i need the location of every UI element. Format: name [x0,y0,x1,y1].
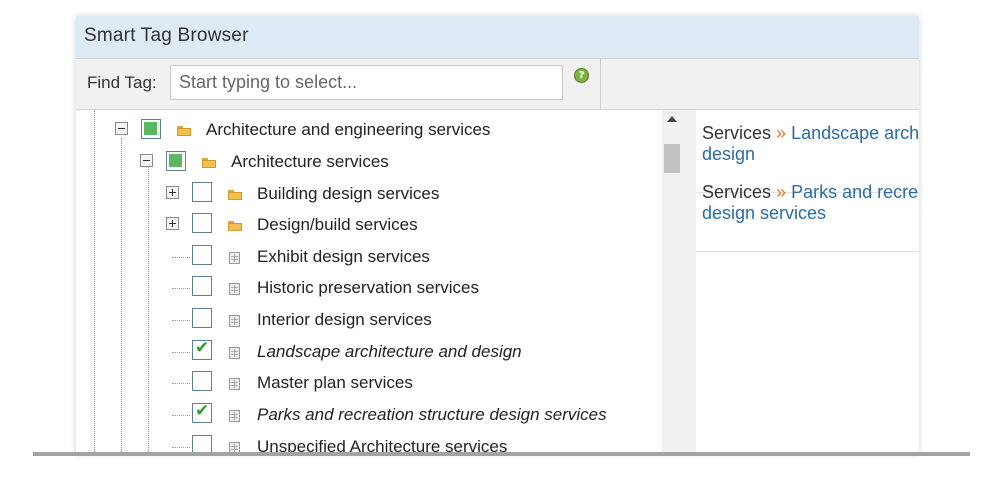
tree-item-label: Master plan services [257,373,413,392]
tree-item-label: Building design services [257,184,440,203]
tag-tree: Architecture and engineering services Ar… [76,110,682,454]
tree-item[interactable]: Building design services [76,180,662,208]
checkbox-checked[interactable] [192,338,212,360]
folder-icon [228,221,242,231]
tree-scrollbar[interactable] [662,110,682,454]
find-tag-label: Find Tag: [87,73,157,92]
folder-icon [177,126,191,136]
find-tag-input[interactable] [170,65,563,100]
tree-item[interactable]: Design/build services [76,211,662,239]
tree-node-architecture-services[interactable]: Architecture services [76,148,662,176]
find-tag-row: Find Tag: ? [76,59,919,110]
breadcrumb-separator: » [776,182,787,202]
tag-leaf-icon [229,378,240,390]
selected-tag-link-cont[interactable]: design [702,144,755,164]
bottom-edge-bar [33,452,970,456]
selected-tag-link-cont[interactable]: design services [702,203,826,223]
checkbox-architecture-services[interactable] [166,151,186,171]
tree-item[interactable]: Parks and recreation structure design se… [76,401,662,429]
tree-item[interactable]: Exhibit design services [76,243,662,271]
tree-item-label: Exhibit design services [257,247,430,266]
tree-item[interactable]: Unspecified Architecture services [76,433,662,454]
tag-leaf-icon [229,410,240,422]
tree-item[interactable]: Landscape architecture and design [76,338,662,366]
tree-node-root[interactable]: Architecture and engineering services [76,116,662,144]
tree-item-label: Historic preservation services [257,278,480,297]
smart-tag-browser-dialog: Smart Tag Browser Find Tag: ? Architectu… [76,16,919,454]
divider [600,59,601,109]
tag-leaf-icon [229,252,240,264]
tree-connector [172,415,190,416]
folder-icon [202,158,216,168]
tree-connector [172,320,190,321]
title-bar: Smart Tag Browser [76,16,919,59]
tag-leaf-icon [229,283,240,295]
selected-tag-item[interactable]: Services » Landscape archite design [702,123,919,165]
selected-tag-link[interactable]: Landscape archite [791,123,919,143]
selected-tag-link[interactable]: Parks and recreati [791,182,919,202]
checkbox[interactable] [192,213,212,233]
folder-icon [228,190,242,200]
selected-tag-item[interactable]: Services » Parks and recreati design ser… [702,182,919,224]
tree-connector [172,257,190,258]
tree-connector [172,288,190,289]
tree-node-label: Architecture services [231,152,389,171]
expand-toggle[interactable] [166,217,179,230]
tree-connector [172,447,190,448]
scroll-thumb[interactable] [664,144,680,173]
tree-item-label: Landscape architecture and design [257,342,522,361]
tree-item-label: Interior design services [257,310,432,329]
tree-connector [172,352,190,353]
help-icon[interactable]: ? [574,68,589,83]
tag-leaf-icon [229,347,240,359]
checkbox[interactable] [192,308,212,328]
checkbox[interactable] [192,371,212,391]
checkbox[interactable] [192,245,212,265]
checkbox[interactable] [192,182,212,202]
checkbox[interactable] [192,276,212,296]
window-title: Smart Tag Browser [84,25,249,46]
selected-tags-panel: Services » Landscape archite design Serv… [696,110,919,454]
scroll-up-arrow-icon[interactable] [667,116,677,122]
tree-item-label: Design/build services [257,215,418,234]
tree-item-label: Parks and recreation structure design se… [257,405,607,424]
checkbox-checked[interactable] [192,401,212,423]
tree-item[interactable]: Interior design services [76,306,662,334]
checkbox-root[interactable] [141,119,161,139]
divider [696,251,919,252]
tree-connector [172,383,190,384]
selected-tag-prefix: Services [702,182,772,202]
expand-toggle[interactable] [166,186,179,199]
tree-item[interactable]: Master plan services [76,369,662,397]
tag-leaf-icon [229,315,240,327]
breadcrumb-separator: » [776,123,787,143]
tree-node-label: Architecture and engineering services [206,120,491,139]
selected-tag-prefix: Services [702,123,772,143]
collapse-toggle[interactable] [140,154,153,167]
tree-item[interactable]: Historic preservation services [76,274,662,302]
collapse-toggle[interactable] [115,122,128,135]
